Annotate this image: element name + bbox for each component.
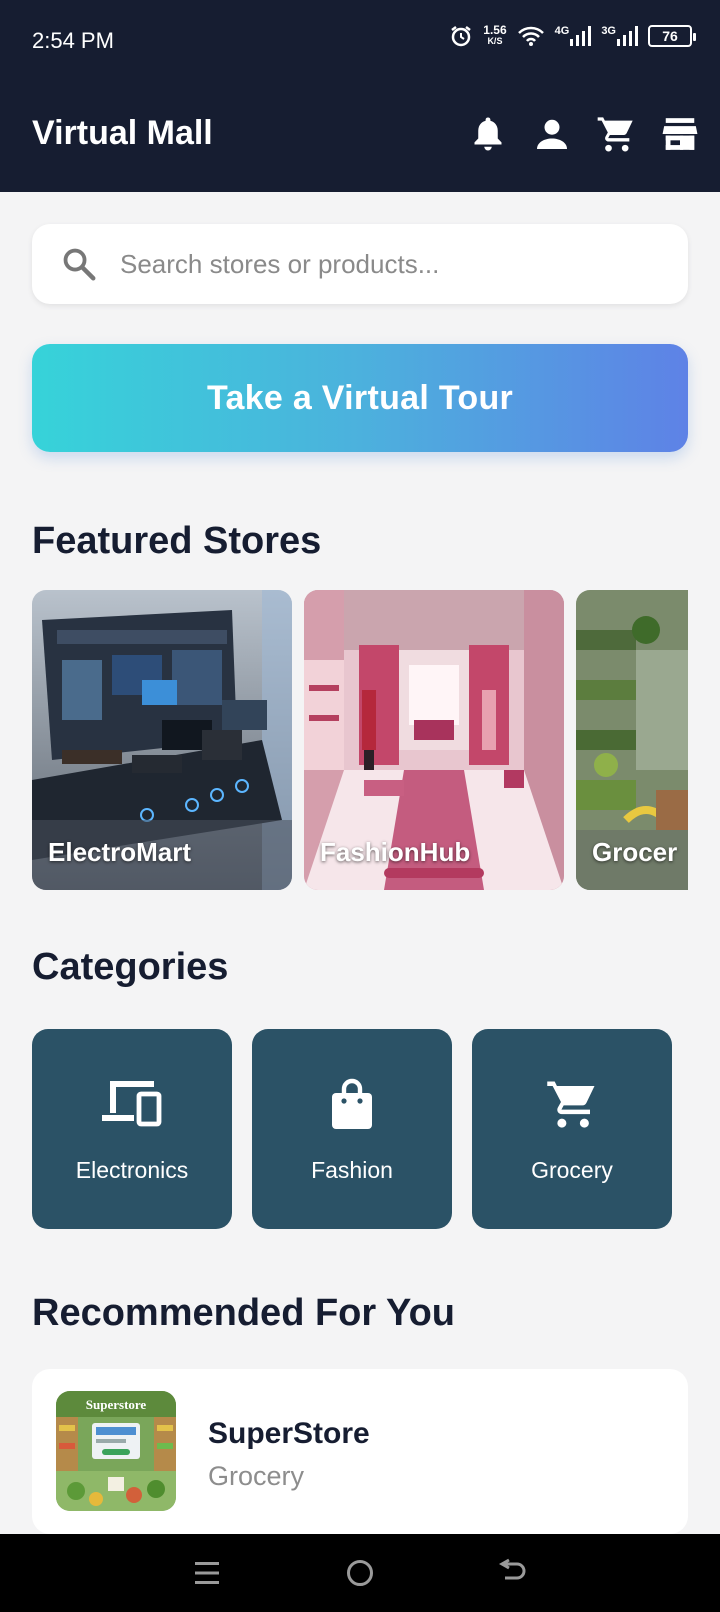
signal-4g: 4G — [555, 25, 592, 47]
speed-value: 1.56 — [483, 23, 507, 37]
stores-button[interactable] — [660, 112, 700, 156]
status-icons: 1.56 K/S 4G 3G 76 — [449, 23, 696, 48]
profile-button[interactable] — [532, 112, 572, 156]
network-label-1: 4G — [554, 25, 570, 37]
signal-3g: 3G — [601, 25, 638, 47]
bell-icon — [474, 117, 502, 151]
app-bar: Virtual Mall — [0, 80, 720, 192]
back-nav-button[interactable] — [491, 1551, 535, 1595]
store-name: Grocer — [592, 837, 678, 867]
virtual-tour-button[interactable]: Take a Virtual Tour — [32, 344, 688, 452]
shopping-bag-icon — [332, 1078, 372, 1129]
store-name: ElectroMart — [48, 837, 192, 867]
featured-stores-carousel[interactable]: ElectroMart FashionHub Grocer — [32, 590, 688, 890]
signal-bars-icon — [570, 26, 592, 46]
store-card-electromart[interactable]: ElectroMart — [32, 590, 292, 890]
search-icon — [63, 248, 96, 281]
system-nav-bar — [0, 1534, 720, 1612]
virtual-tour-label: Take a Virtual Tour — [206, 378, 514, 417]
network-label-2: 3G — [601, 25, 616, 37]
menu-icon — [194, 1562, 219, 1584]
person-icon — [537, 119, 567, 149]
devices-icon — [102, 1081, 162, 1127]
cart-icon — [597, 117, 633, 152]
store-category: Grocery — [208, 1461, 305, 1491]
status-time: 2:54 PM — [32, 28, 114, 53]
search-input[interactable] — [120, 248, 640, 280]
wifi-icon — [517, 26, 544, 46]
home-circle-icon — [346, 1560, 373, 1586]
category-electronics[interactable]: Electronics — [32, 1029, 232, 1229]
app-title: Virtual Mall — [32, 114, 213, 152]
alarm-icon — [451, 26, 472, 47]
thumb-text: Superstore — [86, 1397, 147, 1412]
category-label: Electronics — [75, 1157, 189, 1183]
search-bar[interactable] — [32, 224, 688, 304]
store-name: FashionHub — [320, 837, 471, 867]
store-card-fashionhub[interactable]: FashionHub — [304, 590, 564, 890]
category-label: Grocery — [531, 1157, 613, 1183]
signal-bars-icon — [617, 26, 638, 46]
back-icon — [499, 1558, 526, 1580]
category-label: Fashion — [311, 1157, 393, 1183]
status-bar: 2:54 PM 1.56 K/S 4G 3G 76 — [0, 0, 720, 80]
store-name: SuperStore — [208, 1417, 370, 1450]
category-fashion[interactable]: Fashion — [252, 1029, 452, 1229]
category-grocery[interactable]: Grocery — [472, 1029, 672, 1229]
menu-nav-button[interactable] — [185, 1551, 229, 1595]
app-bar-actions — [468, 112, 700, 156]
recommended-heading: Recommended For You — [32, 1292, 455, 1334]
store-thumbnail: Superstore — [56, 1391, 176, 1511]
categories-heading: Categories — [32, 946, 229, 988]
cart-button[interactable] — [596, 112, 636, 156]
store-icon — [662, 118, 698, 150]
home-nav-button[interactable] — [338, 1551, 382, 1595]
cart-icon — [547, 1081, 595, 1128]
featured-stores-heading: Featured Stores — [32, 520, 322, 562]
superstore-logo-image: Superstore — [56, 1391, 176, 1511]
store-card-grocery[interactable]: Grocer — [576, 590, 688, 890]
notifications-button[interactable] — [468, 112, 508, 156]
battery-indicator: 76 — [648, 25, 696, 47]
battery-level: 76 — [662, 28, 678, 44]
recommended-item-superstore[interactable]: Superstore SuperStore Grocery — [32, 1369, 688, 1534]
speed-unit: K/S — [487, 36, 503, 46]
network-speed: 1.56 K/S — [483, 23, 507, 47]
